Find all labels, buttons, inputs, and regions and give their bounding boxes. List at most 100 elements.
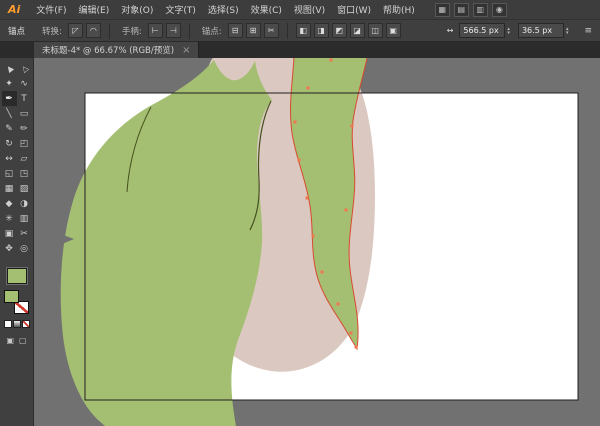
close-icon[interactable]: ×: [182, 45, 190, 56]
align-right-button[interactable]: ◩: [331, 23, 347, 38]
artboard-tool[interactable]: ▣: [2, 226, 17, 241]
menubar-right-icons: ▦ ▤ ▥ ◉: [434, 2, 507, 17]
anchor-point[interactable]: [350, 124, 354, 128]
transform-icon: ↔: [446, 26, 454, 35]
y-position-input[interactable]: [517, 23, 564, 38]
anchors-label: 锚点:: [201, 26, 222, 37]
grid-icon[interactable]: ▦: [434, 2, 450, 17]
zoom-tool[interactable]: ◎: [17, 241, 32, 256]
pencil-tool[interactable]: ✏: [17, 121, 32, 136]
illustrator-window: Ai 文件(F) 编辑(E) 对象(O) 文字(T) 选择(S) 效果(C) 视…: [0, 0, 600, 426]
hand-tool[interactable]: ✥: [2, 241, 17, 256]
scale-tool[interactable]: ◰: [17, 136, 32, 151]
sync-icon[interactable]: ◉: [491, 2, 507, 17]
type-tool[interactable]: T: [17, 91, 32, 106]
menu-object[interactable]: 对象(O): [115, 3, 159, 16]
tools-grid: ▲ △ ✦ ∿ ✒ T ╲ ▭ ✎ ✏ ↻ ◰ ↔ ▱ ◱ ◳ ▦ ▨ ◆ ◑: [1, 61, 32, 256]
panel-menu-icon[interactable]: ≡: [584, 26, 592, 36]
convert-label: 转换:: [42, 26, 62, 37]
gradient-tool[interactable]: ▨: [17, 181, 32, 196]
align-center-h-button[interactable]: ◨: [313, 23, 329, 38]
anchor-point[interactable]: [354, 345, 358, 349]
menu-view[interactable]: 视图(V): [288, 3, 331, 16]
column-graph-tool[interactable]: ▥: [17, 211, 32, 226]
width-tool[interactable]: ↔: [2, 151, 17, 166]
anchor-point[interactable]: [349, 331, 353, 335]
align-top-button[interactable]: ◪: [349, 23, 365, 38]
menubar: Ai 文件(F) 编辑(E) 对象(O) 文字(T) 选择(S) 效果(C) 视…: [0, 0, 600, 20]
line-segment-tool[interactable]: ╲: [2, 106, 17, 121]
control-bar: 锚点 转换: ◸ ◠ 手柄: ⊢ ⊣ 锚点: ⊟ ⊞ ✂ ◧ ◨ ◩ ◪ ◫ ▣…: [0, 20, 600, 42]
remove-anchor-button[interactable]: ⊟: [227, 23, 243, 38]
none-button[interactable]: [21, 320, 30, 328]
separator: [286, 22, 288, 39]
menu-window[interactable]: 窗口(W): [331, 3, 377, 16]
document-tab-bar: 未标题-4* @ 66.67% (RGB/预览) ×: [0, 42, 600, 58]
layout-icon[interactable]: ▤: [453, 2, 469, 17]
anchor-point[interactable]: [305, 196, 309, 200]
cut-path-button[interactable]: ✂: [263, 23, 279, 38]
menu-type[interactable]: 文字(T): [159, 3, 202, 16]
rotate-tool[interactable]: ↻: [2, 136, 17, 151]
anchor-point[interactable]: [306, 86, 310, 90]
hide-handles-button[interactable]: ⊣: [165, 23, 181, 38]
menu-help[interactable]: 帮助(H): [377, 3, 421, 16]
artwork-svg: [34, 58, 579, 426]
anchor-point[interactable]: [293, 120, 297, 124]
mesh-tool[interactable]: ▦: [2, 181, 17, 196]
symbol-sprayer-tool[interactable]: ✳: [2, 211, 17, 226]
menu-select[interactable]: 选择(S): [202, 3, 245, 16]
color-type-buttons: [3, 320, 30, 328]
menu-file[interactable]: 文件(F): [30, 3, 72, 16]
anchor-point[interactable]: [329, 58, 333, 62]
canvas[interactable]: [34, 58, 600, 426]
shape-builder-tool[interactable]: ◱: [2, 166, 17, 181]
show-handles-button[interactable]: ⊢: [147, 23, 163, 38]
screen-mode-icon[interactable]: ▢: [19, 336, 27, 345]
align-center-v-button[interactable]: ◫: [367, 23, 383, 38]
free-transform-tool[interactable]: ▱: [17, 151, 32, 166]
anchor-point[interactable]: [344, 208, 348, 212]
x-position-input[interactable]: [459, 23, 506, 38]
fill-color-swatch[interactable]: [6, 268, 27, 284]
pen-tool[interactable]: ✒: [1, 91, 17, 106]
gradient-button[interactable]: [12, 320, 21, 328]
menu-effect[interactable]: 效果(C): [245, 3, 288, 16]
draw-mode-icon[interactable]: ▣: [6, 336, 14, 345]
align-left-button[interactable]: ◧: [295, 23, 311, 38]
separator: [188, 22, 190, 39]
slice-tool[interactable]: ✂: [17, 226, 32, 241]
paintbrush-tool[interactable]: ✎: [2, 121, 17, 136]
anchor-point[interactable]: [336, 302, 340, 306]
tools-panel: ▲ △ ✦ ∿ ✒ T ╲ ▭ ✎ ✏ ↻ ◰ ↔ ▱ ◱ ◳ ▦ ▨ ◆ ◑: [0, 58, 34, 426]
connect-anchor-button[interactable]: ⊞: [245, 23, 261, 38]
color-controls: ▣ ▢: [3, 268, 30, 345]
stepper-down-icon[interactable]: ▾: [507, 30, 510, 35]
stepper-down-icon[interactable]: ▾: [566, 30, 569, 35]
menu-edit[interactable]: 编辑(E): [73, 3, 116, 16]
document-tab-title: 未标题-4* @ 66.67% (RGB/预览): [42, 46, 175, 56]
anchor-point[interactable]: [297, 158, 301, 162]
fill-stroke-indicator: [3, 289, 30, 315]
y-stepper[interactable]: ▴ ▾: [566, 26, 569, 35]
handles-label: 手柄:: [121, 26, 142, 37]
anchor-point[interactable]: [320, 270, 324, 274]
perspective-grid-tool[interactable]: ◳: [17, 166, 32, 181]
columns-icon[interactable]: ▥: [472, 2, 488, 17]
rectangle-tool[interactable]: ▭: [17, 106, 32, 121]
transform-fields: ↔ ▴ ▾ ▴ ▾ ≡: [442, 23, 592, 38]
document-tab[interactable]: 未标题-4* @ 66.67% (RGB/预览) ×: [34, 42, 200, 58]
align-bottom-button[interactable]: ▣: [385, 23, 401, 38]
eyedropper-tool[interactable]: ◆: [2, 196, 17, 211]
anchor-point[interactable]: [311, 234, 315, 238]
color-button[interactable]: [3, 320, 12, 328]
separator: [108, 22, 110, 39]
app-logo-icon[interactable]: Ai: [8, 3, 20, 16]
mode-buttons: ▣ ▢: [6, 336, 26, 345]
convert-to-corner-button[interactable]: ◸: [67, 23, 83, 38]
blend-tool[interactable]: ◑: [17, 196, 32, 211]
x-stepper[interactable]: ▴ ▾: [507, 26, 510, 35]
fill-indicator[interactable]: [4, 290, 19, 303]
selection-type-label: 锚点: [8, 26, 26, 37]
convert-to-smooth-button[interactable]: ◠: [85, 23, 101, 38]
